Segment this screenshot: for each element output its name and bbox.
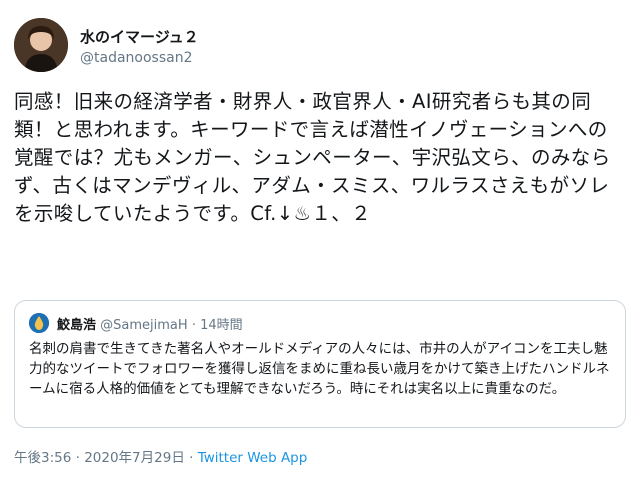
tweet-text: 同感！旧来の経済学者・財界人・政官界人・AI研究者らも其の同類！と思われます。キ… — [14, 90, 611, 225]
quoted-separator: · — [191, 318, 196, 333]
display-name[interactable]: 水のイマージュ２ — [80, 26, 199, 47]
source-link[interactable]: Twitter Web App — [198, 450, 308, 466]
tweet: 水のイマージュ２ @tadanoossan2 同感！旧来の経済学者・財界人・政官… — [0, 0, 640, 480]
quoted-name[interactable]: 鮫島浩 — [57, 318, 96, 333]
quoted-handle[interactable]: @SamejimaH — [100, 318, 188, 333]
quoted-text: 名刺の肩書で生きてきた著名人やオールドメディアの人々には、市井の人がアイコンを工… — [29, 341, 610, 397]
quoted-tweet-card[interactable]: 鮫島浩 @SamejimaH · 14時間 名刺の肩書で生きてきた著名人やオール… — [14, 300, 626, 428]
quoted-header: 鮫島浩 @SamejimaH · 14時間 — [57, 314, 243, 333]
tweet-footer: 午後3:56 · 2020年7月29日 · Twitter Web App — [14, 446, 307, 466]
user-handle[interactable]: @tadanoossan2 — [80, 50, 193, 66]
water-drop-icon — [29, 313, 49, 333]
quoted-avatar[interactable] — [29, 313, 49, 333]
avatar[interactable] — [14, 18, 68, 72]
avatar-image — [14, 18, 68, 72]
timestamp[interactable]: 午後3:56 · 2020年7月29日 · — [14, 450, 198, 466]
quoted-time[interactable]: 14時間 — [200, 318, 243, 333]
